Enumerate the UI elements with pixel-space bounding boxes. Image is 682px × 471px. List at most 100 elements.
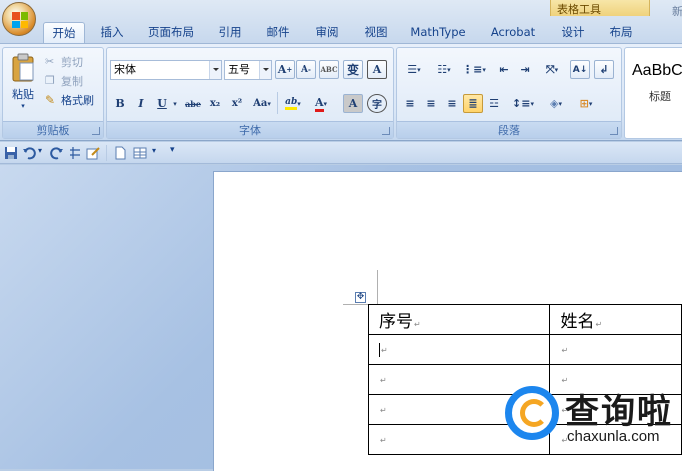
character-shading-button[interactable]: A xyxy=(343,94,363,113)
text-cursor xyxy=(379,342,380,357)
underline-button[interactable]: U xyxy=(152,94,172,113)
underline-dropdown-icon[interactable]: ▾ xyxy=(171,94,179,113)
distributed-button[interactable]: ☲ xyxy=(484,94,504,113)
italic-icon: I xyxy=(138,97,144,110)
paragraph-launcher-icon[interactable] xyxy=(610,127,618,135)
tab-acrobat[interactable]: Acrobat xyxy=(482,22,544,43)
character-border-button[interactable]: A xyxy=(367,60,387,79)
paragraph-group: ☰ ▾ ☷ ▾ ⋮≡ ▾ ⇤ ⇥ ⤧ ▾ A↓ ↲ ≡ ≡ ≡ ≣ ☲ ↕≡ ▾ ◈ ▾ ⊞… xyxy=(396,47,622,139)
decrease-indent-icon: ⇤ xyxy=(499,63,509,76)
borders-button[interactable]: ⊞ ▾ xyxy=(572,94,600,113)
tab-mathtype[interactable]: MathType xyxy=(405,22,471,43)
table-dropdown-icon[interactable]: ▾ xyxy=(152,146,156,155)
shading-button[interactable]: ◈ ▾ xyxy=(542,94,570,113)
font-separator xyxy=(277,92,278,114)
tab-insert[interactable]: 插入 xyxy=(93,22,131,43)
undo-icon[interactable] xyxy=(22,146,36,160)
justify-icon: ≣ xyxy=(468,97,478,110)
align-right-icon: ≡ xyxy=(447,97,457,110)
quick-access-toolbar: ▾ ▾ ▾ xyxy=(0,142,682,164)
align-center-button[interactable]: ≡ xyxy=(421,94,441,113)
watermark-domain-text: chaxunla.com xyxy=(567,428,660,445)
font-size-dropdown-icon[interactable] xyxy=(259,61,271,79)
paste-button[interactable]: 粘贴 ▾ xyxy=(7,52,39,110)
edit-icon[interactable] xyxy=(86,146,100,160)
tab-mailings[interactable]: 邮件 xyxy=(258,22,298,43)
justify-button[interactable]: ≣ xyxy=(463,94,483,113)
format-painter-button[interactable]: ✎ 格式刷 xyxy=(45,91,94,108)
customize-qat-icon[interactable]: ▾ xyxy=(170,145,175,155)
table-cell[interactable]: 序号↵ xyxy=(367,304,551,335)
highlight-button[interactable]: ab ▾ xyxy=(281,94,305,113)
tab-view[interactable]: 视图 xyxy=(356,22,396,43)
multilevel-list-button[interactable]: ⋮≡ ▾ xyxy=(460,60,488,79)
cut-label: 剪切 xyxy=(61,55,83,69)
character-shading-icon: A xyxy=(348,97,358,110)
align-left-button[interactable]: ≡ xyxy=(400,94,420,113)
align-center-icon: ≡ xyxy=(426,97,436,110)
decrease-indent-button[interactable]: ⇤ xyxy=(494,60,514,79)
font-color-button[interactable]: A ▾ xyxy=(309,94,333,113)
quick-style-title[interactable]: AaBbC 标题 xyxy=(624,47,682,139)
shrink-font-button[interactable]: A- xyxy=(296,60,316,79)
font-name-combo[interactable]: 宋体 xyxy=(110,60,222,80)
paste-dropdown-icon[interactable]: ▾ xyxy=(21,102,25,110)
clipboard-launcher-icon[interactable] xyxy=(92,127,100,135)
office-logo-icon xyxy=(12,12,28,28)
show-marks-button[interactable]: ↲ xyxy=(594,60,614,79)
undo-dropdown-icon[interactable]: ▾ xyxy=(38,146,42,155)
clipboard-group-label: 剪贴板 xyxy=(3,121,103,138)
table-cell[interactable]: 姓名↵ xyxy=(549,304,682,335)
cut-button[interactable]: ✂ 剪切 xyxy=(45,53,83,70)
tab-review[interactable]: 审阅 xyxy=(307,22,347,43)
sort-button[interactable]: A↓ xyxy=(570,60,590,79)
font-launcher-icon[interactable] xyxy=(382,127,390,135)
ribbon: 粘贴 ▾ ✂ 剪切 ❐ 复制 ✎ 格式刷 剪贴板 宋体 五号 A + A - A… xyxy=(0,43,682,141)
italic-button[interactable]: I xyxy=(131,94,151,113)
insert-table-icon[interactable] xyxy=(133,146,151,160)
bullets-icon: ☰ xyxy=(407,63,418,76)
font-name-dropdown-icon[interactable] xyxy=(209,61,221,79)
redo-icon[interactable] xyxy=(50,146,64,160)
copy-label: 复制 xyxy=(61,74,83,88)
bold-button[interactable]: B xyxy=(110,94,130,113)
change-case-icon: Aa xyxy=(253,98,268,109)
phonetic-guide-button[interactable]: 变 xyxy=(343,60,363,79)
tab-home[interactable]: 开始 xyxy=(43,22,85,43)
superscript-button[interactable]: x² xyxy=(227,94,247,113)
ribbon-tab-row: 表格工具 新 开始 插入 页面布局 引用 邮件 审阅 视图 MathType A… xyxy=(0,0,682,43)
copy-button[interactable]: ❐ 复制 xyxy=(45,72,83,89)
paste-icon xyxy=(12,53,34,81)
sort-icon: A↓ xyxy=(572,64,588,75)
table-move-handle-icon[interactable]: ✥ xyxy=(355,292,366,303)
font-size-combo[interactable]: 五号 xyxy=(224,60,272,80)
clear-format-button[interactable]: ABC xyxy=(319,60,339,79)
tab-page-layout[interactable]: 页面布局 xyxy=(142,22,200,43)
chinese-layout-button[interactable]: ⤧ ▾ xyxy=(538,60,566,79)
paragraph-mark: ↵ xyxy=(414,320,421,329)
header-cell-name: 姓名 xyxy=(560,312,595,332)
qat-separator xyxy=(106,145,107,161)
tab-layout[interactable]: 布局 xyxy=(603,22,639,43)
increase-indent-button[interactable]: ⇥ xyxy=(515,60,535,79)
grow-font-button[interactable]: A + xyxy=(275,60,295,79)
align-right-button[interactable]: ≡ xyxy=(442,94,462,113)
office-button[interactable] xyxy=(2,2,36,36)
highlight-icon: ab xyxy=(285,97,298,110)
table-cell[interactable]: ↵ xyxy=(367,334,551,365)
borders-icon: ⊞ xyxy=(579,97,589,110)
strikethrough-button[interactable]: abe xyxy=(183,94,203,113)
subscript-button[interactable]: x₂ xyxy=(205,94,225,113)
tab-design[interactable]: 设计 xyxy=(555,22,591,43)
save-icon[interactable] xyxy=(4,146,18,160)
change-case-button[interactable]: Aa ▾ xyxy=(250,94,274,113)
numbering-button[interactable]: ☷ ▾ xyxy=(430,60,458,79)
new-document-icon[interactable] xyxy=(113,146,127,160)
bullets-button[interactable]: ☰ ▾ xyxy=(400,60,428,79)
table-cell[interactable]: ↵ xyxy=(549,334,682,365)
line-spacing-button[interactable]: ↕≡ ▾ xyxy=(509,94,537,113)
draw-table-icon[interactable] xyxy=(68,146,82,160)
enclose-characters-button[interactable]: 字 xyxy=(367,94,387,113)
paragraph-mark: ↵ xyxy=(561,346,569,355)
tab-references[interactable]: 引用 xyxy=(210,22,250,43)
